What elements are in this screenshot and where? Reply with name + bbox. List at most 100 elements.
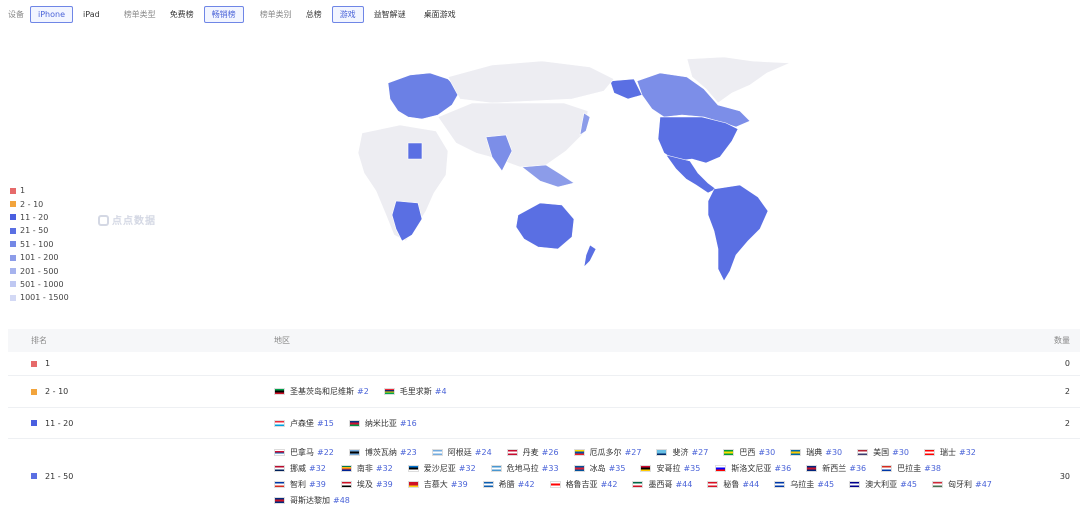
flag-icon bbox=[573, 464, 585, 472]
legend-item[interactable]: 1 bbox=[10, 184, 69, 197]
legend-swatch bbox=[10, 241, 16, 248]
country-item[interactable]: 冰岛 #35 bbox=[573, 460, 625, 476]
count-cell: 30 bbox=[1059, 471, 1070, 481]
country-item[interactable]: 巴拉圭 #38 bbox=[881, 460, 941, 476]
legend-item[interactable]: 11 - 20 bbox=[10, 211, 69, 224]
country-item[interactable]: 挪威 #32 bbox=[274, 460, 326, 476]
category-option-board[interactable]: 桌面游戏 bbox=[416, 6, 464, 23]
legend-item[interactable]: 21 - 50 bbox=[10, 224, 69, 237]
country-rank: #48 bbox=[333, 495, 350, 505]
country-item[interactable]: 南非 #32 bbox=[340, 460, 393, 476]
country-item[interactable]: 安哥拉 #35 bbox=[640, 460, 700, 476]
map-region-new-zealand[interactable] bbox=[583, 244, 597, 268]
map-region-south-america[interactable] bbox=[707, 184, 769, 282]
flag-icon bbox=[348, 419, 360, 427]
flag-icon bbox=[790, 448, 802, 456]
device-option-ipad[interactable]: iPad bbox=[75, 6, 108, 23]
country-item[interactable]: 丹麦 #26 bbox=[506, 444, 559, 460]
country-item[interactable]: 澳大利亚 #45 bbox=[849, 476, 917, 492]
country-item[interactable]: 危地马拉 #33 bbox=[490, 460, 559, 476]
map-region-southeast-asia[interactable] bbox=[521, 164, 575, 188]
legend-label: 101 - 200 bbox=[20, 253, 59, 263]
country-item[interactable]: 毛里求斯 #4 bbox=[383, 384, 447, 400]
country-item[interactable]: 圣基茨岛和尼维斯 #2 bbox=[274, 384, 369, 400]
country-name: 瑞典 bbox=[806, 447, 823, 457]
device-filter-label: 设备 bbox=[8, 10, 24, 19]
legend-label: 201 - 500 bbox=[20, 266, 59, 276]
table-header: 排名 地区 数量 bbox=[8, 329, 1080, 352]
country-name: 秘鲁 bbox=[723, 479, 740, 489]
country-item[interactable]: 巴拿马 #22 bbox=[274, 444, 334, 460]
country-item[interactable]: 秘鲁 #44 bbox=[707, 476, 759, 492]
country-item[interactable]: 斐济 #27 bbox=[656, 444, 708, 460]
country-item[interactable]: 博茨瓦纳 #23 bbox=[348, 444, 417, 460]
legend-item[interactable]: 1001 - 1500 bbox=[10, 291, 69, 304]
country-name: 埃及 bbox=[356, 479, 373, 489]
legend-item[interactable]: 2 - 10 bbox=[10, 197, 69, 210]
country-item[interactable]: 美国 #30 bbox=[857, 444, 909, 460]
table-row: 2 - 10 圣基茨岛和尼维斯 #2 毛里求斯 #4 2 bbox=[8, 376, 1080, 408]
country-name: 纳米比亚 bbox=[364, 418, 397, 428]
country-item[interactable]: 墨西哥 #44 bbox=[632, 476, 692, 492]
map-region-australia[interactable] bbox=[515, 202, 575, 250]
category-option-all[interactable]: 总榜 bbox=[298, 6, 330, 23]
flag-icon bbox=[723, 448, 735, 456]
filter-bar: 设备 iPhone iPad 榜单类型 免费榜 畅销榜 榜单类别 总榜 游戏 益… bbox=[8, 6, 480, 23]
category-option-games[interactable]: 游戏 bbox=[331, 6, 364, 23]
map-region-russia[interactable] bbox=[447, 60, 615, 104]
legend-item[interactable]: 51 - 100 bbox=[10, 238, 69, 251]
country-item[interactable]: 瑞士 #32 bbox=[924, 444, 976, 460]
chart-type-option-free[interactable]: 免费榜 bbox=[162, 6, 202, 23]
map-region-asia[interactable] bbox=[437, 102, 589, 168]
country-rank: #35 bbox=[683, 463, 701, 473]
country-item[interactable]: 希腊 #42 bbox=[482, 476, 535, 492]
device-filter: 设备 iPhone iPad bbox=[8, 6, 110, 23]
country-item[interactable]: 卢森堡 #15 bbox=[274, 415, 334, 431]
country-item[interactable]: 厄瓜多尔 #27 bbox=[573, 444, 641, 460]
country-item[interactable]: 爱沙尼亚 #32 bbox=[407, 460, 476, 476]
country-item[interactable]: 新西兰 #36 bbox=[806, 460, 866, 476]
country-item[interactable]: 纳米比亚 #16 bbox=[348, 415, 417, 431]
country-rank: #33 bbox=[541, 463, 559, 473]
flag-icon bbox=[806, 464, 818, 472]
country-rank: #2 bbox=[357, 387, 369, 396]
rank-cell: 21 - 50 bbox=[8, 472, 252, 481]
country-item[interactable]: 吉慕大 #39 bbox=[407, 476, 468, 492]
country-rank: #30 bbox=[758, 447, 776, 457]
flag-icon bbox=[774, 480, 786, 488]
flag-icon bbox=[407, 480, 419, 488]
country-name: 乌拉圭 bbox=[790, 479, 815, 489]
country-name: 墨西哥 bbox=[648, 479, 673, 489]
rank-swatch bbox=[31, 420, 37, 426]
country-item[interactable]: 乌拉圭 #45 bbox=[774, 476, 834, 492]
map-region-egypt[interactable] bbox=[407, 142, 423, 160]
category-option-puzzle[interactable]: 益智解谜 bbox=[366, 6, 414, 23]
device-option-iphone[interactable]: iPhone bbox=[30, 6, 74, 23]
country-item[interactable]: 匈牙利 #47 bbox=[932, 476, 992, 492]
country-item[interactable]: 哥斯达黎加 #48 bbox=[274, 492, 350, 508]
country-item[interactable]: 斯洛文尼亚 #36 bbox=[715, 460, 791, 476]
country-item[interactable]: 格鲁吉亚 #42 bbox=[549, 476, 618, 492]
country-name: 格鲁吉亚 bbox=[565, 479, 598, 489]
country-name: 博茨瓦纳 bbox=[364, 447, 397, 457]
country-rank: #30 bbox=[892, 447, 910, 457]
legend-item[interactable]: 501 - 1000 bbox=[10, 278, 69, 291]
country-item[interactable]: 瑞典 #30 bbox=[790, 444, 842, 460]
country-rank: #22 bbox=[317, 447, 334, 457]
country-item[interactable]: 埃及 #39 bbox=[340, 476, 393, 492]
flag-icon bbox=[274, 388, 285, 395]
chart-type-filter-label: 榜单类型 bbox=[123, 10, 156, 19]
country-item[interactable]: 巴西 #30 bbox=[723, 444, 775, 460]
country-name: 厄瓜多尔 bbox=[589, 447, 622, 457]
legend-item[interactable]: 101 - 200 bbox=[10, 251, 69, 264]
map-legend: 1 2 - 10 11 - 20 21 - 50 51 - 100 101 - 200 20… bbox=[10, 184, 69, 305]
flag-icon bbox=[348, 448, 360, 456]
country-rank: #42 bbox=[600, 479, 618, 489]
country-rank: #32 bbox=[458, 463, 476, 473]
country-item[interactable]: 智利 #39 bbox=[274, 476, 326, 492]
legend-item[interactable]: 201 - 500 bbox=[10, 264, 69, 277]
country-item[interactable]: 阿根廷 #24 bbox=[431, 444, 492, 460]
rank-cell: 2 - 10 bbox=[8, 387, 252, 396]
rank-label: 21 - 50 bbox=[45, 471, 74, 481]
chart-type-option-grossing[interactable]: 畅销榜 bbox=[203, 6, 244, 23]
